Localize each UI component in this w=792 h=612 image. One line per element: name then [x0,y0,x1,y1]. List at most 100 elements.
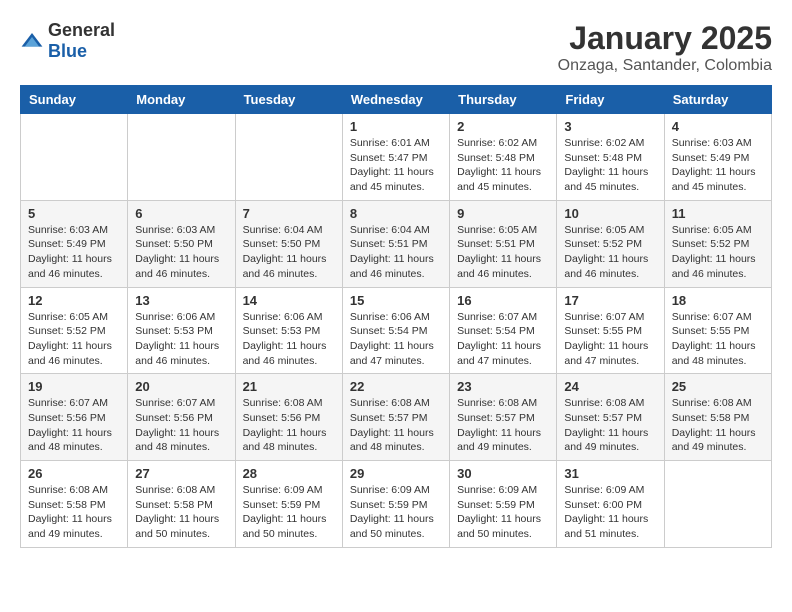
day-number: 11 [672,206,764,221]
day-number: 28 [243,466,335,481]
day-info: Sunrise: 6:08 AM Sunset: 5:56 PM Dayligh… [243,396,335,455]
day-info: Sunrise: 6:06 AM Sunset: 5:53 PM Dayligh… [135,310,227,369]
calendar-cell [21,114,128,201]
day-number: 18 [672,293,764,308]
day-number: 29 [350,466,442,481]
day-info: Sunrise: 6:08 AM Sunset: 5:58 PM Dayligh… [672,396,764,455]
calendar-cell [664,461,771,548]
calendar-cell: 27 Sunrise: 6:08 AM Sunset: 5:58 PM Dayli… [128,461,235,548]
title-area: January 2025 Onzaga, Santander, Colombia [558,20,772,75]
day-number: 20 [135,379,227,394]
day-info: Sunrise: 6:02 AM Sunset: 5:48 PM Dayligh… [564,136,656,195]
weekday-saturday: Saturday [664,86,771,114]
day-info: Sunrise: 6:05 AM Sunset: 5:52 PM Dayligh… [28,310,120,369]
day-info: Sunrise: 6:05 AM Sunset: 5:51 PM Dayligh… [457,223,549,282]
calendar-cell: 8 Sunrise: 6:04 AM Sunset: 5:51 PM Daylig… [342,200,449,287]
logo-text: General Blue [48,20,115,62]
day-info: Sunrise: 6:08 AM Sunset: 5:57 PM Dayligh… [564,396,656,455]
day-info: Sunrise: 6:03 AM Sunset: 5:49 PM Dayligh… [672,136,764,195]
calendar-cell: 4 Sunrise: 6:03 AM Sunset: 5:49 PM Daylig… [664,114,771,201]
calendar-cell: 12 Sunrise: 6:05 AM Sunset: 5:52 PM Dayli… [21,287,128,374]
calendar-cell: 23 Sunrise: 6:08 AM Sunset: 5:57 PM Dayli… [450,374,557,461]
calendar-cell: 26 Sunrise: 6:08 AM Sunset: 5:58 PM Dayli… [21,461,128,548]
week-row-3: 12 Sunrise: 6:05 AM Sunset: 5:52 PM Dayli… [21,287,772,374]
day-number: 6 [135,206,227,221]
calendar-cell: 17 Sunrise: 6:07 AM Sunset: 5:55 PM Dayli… [557,287,664,374]
week-row-4: 19Sunrise: 6:07 AM Sunset: 5:56 PM Dayli… [21,374,772,461]
location-title: Onzaga, Santander, Colombia [558,57,772,75]
calendar-cell: 1Sunrise: 6:01 AM Sunset: 5:47 PM Daylig… [342,114,449,201]
day-info: Sunrise: 6:03 AM Sunset: 5:50 PM Dayligh… [135,223,227,282]
day-info: Sunrise: 6:07 AM Sunset: 5:55 PM Dayligh… [564,310,656,369]
day-number: 7 [243,206,335,221]
weekday-friday: Friday [557,86,664,114]
week-row-1: 1Sunrise: 6:01 AM Sunset: 5:47 PM Daylig… [21,114,772,201]
day-number: 23 [457,379,549,394]
calendar-cell: 24 Sunrise: 6:08 AM Sunset: 5:57 PM Dayli… [557,374,664,461]
calendar-cell: 31 Sunrise: 6:09 AM Sunset: 6:00 PM Dayli… [557,461,664,548]
weekday-wednesday: Wednesday [342,86,449,114]
day-info: Sunrise: 6:09 AM Sunset: 5:59 PM Dayligh… [457,483,549,542]
day-number: 2 [457,119,549,134]
day-number: 13 [135,293,227,308]
calendar-cell: 18Sunrise: 6:07 AM Sunset: 5:55 PM Dayli… [664,287,771,374]
day-number: 12 [28,293,120,308]
calendar-cell: 10 Sunrise: 6:05 AM Sunset: 5:52 PM Dayli… [557,200,664,287]
day-number: 1 [350,119,442,134]
day-number: 17 [564,293,656,308]
calendar-cell: 29Sunrise: 6:09 AM Sunset: 5:59 PM Dayli… [342,461,449,548]
calendar-cell [128,114,235,201]
day-info: Sunrise: 6:03 AM Sunset: 5:49 PM Dayligh… [28,223,120,282]
calendar-cell: 11 Sunrise: 6:05 AM Sunset: 5:52 PM Dayli… [664,200,771,287]
weekday-header-row: SundayMondayTuesdayWednesdayThursdayFrid… [21,86,772,114]
day-number: 4 [672,119,764,134]
calendar-cell: 13 Sunrise: 6:06 AM Sunset: 5:53 PM Dayli… [128,287,235,374]
calendar-cell [235,114,342,201]
weekday-sunday: Sunday [21,86,128,114]
calendar-cell: 3 Sunrise: 6:02 AM Sunset: 5:48 PM Daylig… [557,114,664,201]
calendar-cell: 9Sunrise: 6:05 AM Sunset: 5:51 PM Daylig… [450,200,557,287]
day-info: Sunrise: 6:02 AM Sunset: 5:48 PM Dayligh… [457,136,549,195]
day-number: 21 [243,379,335,394]
day-info: Sunrise: 6:06 AM Sunset: 5:53 PM Dayligh… [243,310,335,369]
day-info: Sunrise: 6:08 AM Sunset: 5:57 PM Dayligh… [350,396,442,455]
day-info: Sunrise: 6:09 AM Sunset: 5:59 PM Dayligh… [243,483,335,542]
logo-general: General [48,20,115,40]
calendar-cell: 5Sunrise: 6:03 AM Sunset: 5:49 PM Daylig… [21,200,128,287]
calendar-cell: 22Sunrise: 6:08 AM Sunset: 5:57 PM Dayli… [342,374,449,461]
day-info: Sunrise: 6:05 AM Sunset: 5:52 PM Dayligh… [564,223,656,282]
day-number: 26 [28,466,120,481]
day-info: Sunrise: 6:04 AM Sunset: 5:50 PM Dayligh… [243,223,335,282]
day-number: 8 [350,206,442,221]
day-number: 10 [564,206,656,221]
day-info: Sunrise: 6:05 AM Sunset: 5:52 PM Dayligh… [672,223,764,282]
weekday-monday: Monday [128,86,235,114]
day-number: 24 [564,379,656,394]
calendar-cell: 25 Sunrise: 6:08 AM Sunset: 5:58 PM Dayli… [664,374,771,461]
calendar-table: SundayMondayTuesdayWednesdayThursdayFrid… [20,85,772,548]
day-info: Sunrise: 6:09 AM Sunset: 6:00 PM Dayligh… [564,483,656,542]
day-info: Sunrise: 6:08 AM Sunset: 5:58 PM Dayligh… [135,483,227,542]
day-number: 31 [564,466,656,481]
calendar-cell: 20Sunrise: 6:07 AM Sunset: 5:56 PM Dayli… [128,374,235,461]
calendar-cell: 15Sunrise: 6:06 AM Sunset: 5:54 PM Dayli… [342,287,449,374]
calendar-cell: 6 Sunrise: 6:03 AM Sunset: 5:50 PM Daylig… [128,200,235,287]
day-number: 30 [457,466,549,481]
day-number: 3 [564,119,656,134]
calendar-cell: 28 Sunrise: 6:09 AM Sunset: 5:59 PM Dayli… [235,461,342,548]
day-info: Sunrise: 6:04 AM Sunset: 5:51 PM Dayligh… [350,223,442,282]
weekday-tuesday: Tuesday [235,86,342,114]
day-number: 25 [672,379,764,394]
day-info: Sunrise: 6:08 AM Sunset: 5:57 PM Dayligh… [457,396,549,455]
calendar-cell: 7 Sunrise: 6:04 AM Sunset: 5:50 PM Daylig… [235,200,342,287]
day-info: Sunrise: 6:06 AM Sunset: 5:54 PM Dayligh… [350,310,442,369]
logo: General Blue [20,20,115,62]
calendar-cell: 19Sunrise: 6:07 AM Sunset: 5:56 PM Dayli… [21,374,128,461]
day-info: Sunrise: 6:08 AM Sunset: 5:58 PM Dayligh… [28,483,120,542]
logo-icon [20,29,44,53]
logo-blue: Blue [48,41,87,61]
day-number: 27 [135,466,227,481]
weekday-thursday: Thursday [450,86,557,114]
calendar-cell: 14Sunrise: 6:06 AM Sunset: 5:53 PM Dayli… [235,287,342,374]
day-number: 19 [28,379,120,394]
